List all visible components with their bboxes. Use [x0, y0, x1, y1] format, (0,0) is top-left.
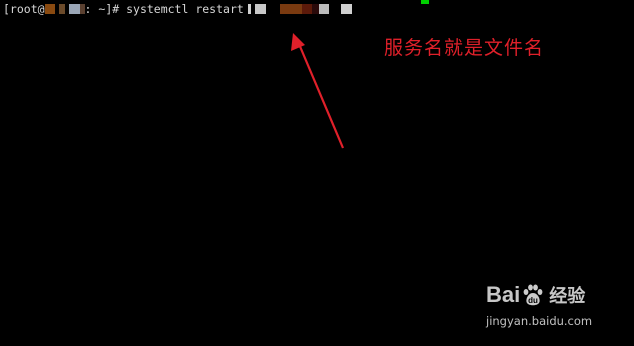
watermark-url: jingyan.baidu.com	[486, 314, 593, 328]
redacted-service-block	[311, 4, 319, 14]
redacted-service-block	[279, 4, 302, 14]
prompt-open: [root@	[3, 2, 45, 16]
redacted-hostname-block	[68, 4, 80, 14]
svg-text:du: du	[528, 296, 538, 305]
redacted-service-block	[254, 4, 266, 14]
terminal-window[interactable]: [root@ : ~]# systemctl restart 服务名就是文件名 …	[0, 0, 634, 346]
redacted-hostname-block	[58, 4, 65, 14]
redacted-service-block	[318, 4, 329, 14]
redacted-service-block	[301, 4, 312, 14]
baidu-jingyan-watermark: Bai du 经验 jingyan.baidu.com	[482, 280, 622, 336]
redacted-hostname-block	[44, 4, 55, 14]
baidu-paw-icon: du	[523, 284, 543, 306]
prompt-path: : ~]#	[84, 2, 127, 16]
command-text: systemctl restart	[126, 2, 244, 16]
command-line: [root@ : ~]# systemctl restart	[3, 1, 352, 17]
baidu-logo: Bai du 经验	[486, 282, 586, 307]
redacted-service-block	[340, 4, 352, 14]
redacted-service-block	[247, 4, 251, 14]
terminal-cursor	[421, 0, 429, 4]
annotation-text: 服务名就是文件名	[384, 37, 545, 59]
